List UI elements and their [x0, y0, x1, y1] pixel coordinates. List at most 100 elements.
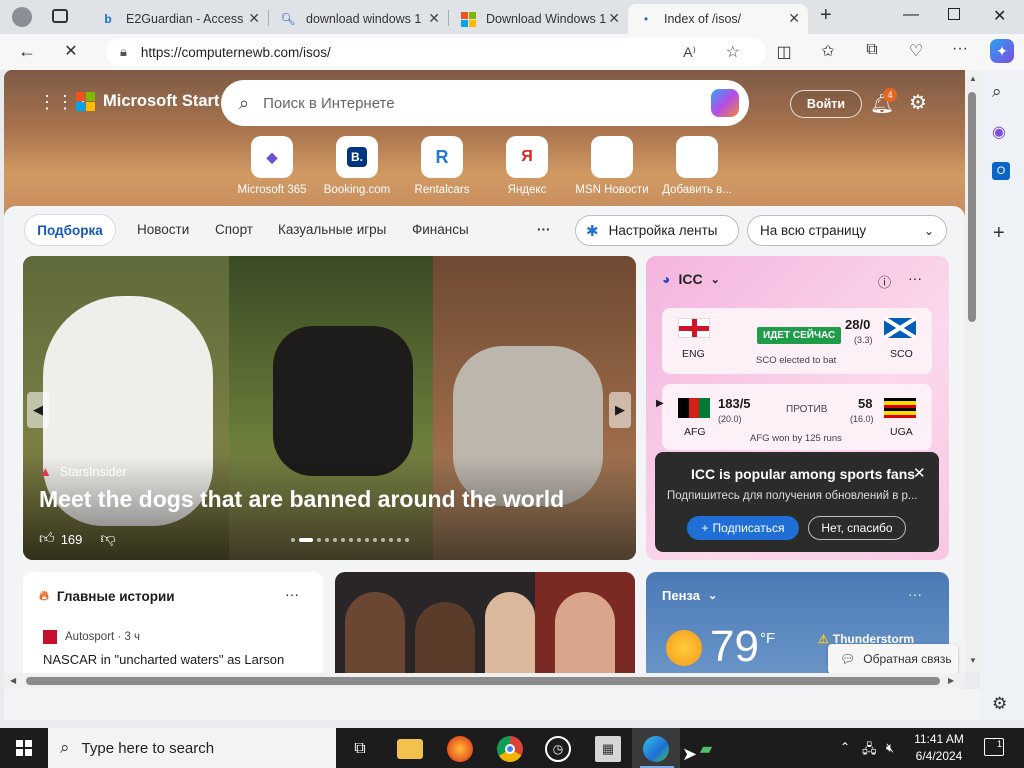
clock-time: 11:41 AM — [914, 732, 964, 746]
nav-tab-sport[interactable]: Спорт — [215, 222, 253, 237]
restore-icon[interactable] — [948, 8, 960, 20]
minimize-icon[interactable]: — — [903, 6, 919, 24]
nav-tab-finance[interactable]: Финансы — [412, 222, 469, 237]
thumbs-up-icon[interactable]: 👍︎ — [39, 530, 55, 548]
new-tab-icon[interactable]: + — [820, 4, 832, 27]
windows-start-icon[interactable] — [16, 740, 32, 756]
favorite-star-icon[interactable]: ☆ — [726, 42, 740, 62]
stop-loading-icon[interactable]: ✕ — [60, 41, 82, 61]
story-headline[interactable]: Meet the dogs that are banned around the… — [39, 486, 564, 513]
favorites-icon[interactable]: ✩ — [817, 41, 839, 61]
signin-button[interactable]: Войти — [790, 90, 862, 118]
tab-1[interactable]: b E2Guardian - Access ✕ — [90, 4, 268, 34]
firefox-icon[interactable] — [447, 736, 473, 762]
subscribe-label: Подписаться — [712, 521, 785, 535]
tab-actions-icon[interactable] — [52, 9, 68, 23]
quicklink-microsoft365[interactable]: ◆ Microsoft 365 — [227, 136, 317, 196]
decline-button[interactable]: Нет, спасибо — [808, 516, 906, 540]
settings-gear-icon[interactable]: ⚙ — [909, 90, 927, 115]
plus-icon: + — [676, 136, 718, 178]
taskbar-search-input[interactable]: Type here to search — [82, 740, 215, 757]
sidebar-settings-icon[interactable]: ⚙ — [992, 694, 1007, 714]
url-text[interactable]: https://computernewb.com/isos/ — [141, 45, 331, 60]
thumbs-down-icon[interactable]: 👎︎ — [100, 530, 115, 548]
nav-tab-games[interactable]: Казуальные игры — [278, 222, 386, 237]
network-icon[interactable]: 🖧︎ — [862, 740, 877, 762]
story-source: Autosport · 3 ч — [43, 630, 140, 644]
calculator-icon[interactable]: ▦ — [595, 736, 621, 762]
layout-select-value: На всю страницу — [760, 223, 867, 238]
expand-arrow-icon[interactable]: ▶ — [656, 398, 664, 409]
window-close-icon[interactable]: ✕ — [993, 6, 1006, 26]
subscribe-button[interactable]: + Подписаться — [687, 516, 799, 540]
collections-icon[interactable]: ⧉ — [861, 41, 883, 59]
back-arrow-icon[interactable]: ← — [16, 41, 38, 62]
clock-app-icon[interactable]: ◷ — [545, 736, 571, 762]
file-explorer-icon[interactable] — [397, 739, 423, 759]
split-screen-icon[interactable]: ◫ — [773, 42, 795, 62]
search-box[interactable]: ⌕ Поиск в Интернете — [221, 80, 749, 126]
carousel-next-icon[interactable]: ▶ — [609, 392, 631, 428]
quicklink-rentalcars[interactable]: R Rentalcars — [397, 136, 487, 196]
outlook-icon[interactable]: O — [992, 162, 1010, 180]
match-row[interactable]: ENG ИДЕТ СЕЙЧАС 28/0 (3.3) SCO SCO elect… — [662, 308, 932, 374]
more-options-icon[interactable]: ··· — [908, 586, 922, 602]
close-icon[interactable]: ✕ — [608, 10, 620, 27]
task-view-icon[interactable]: ⧉ — [347, 736, 373, 762]
copilot-icon[interactable]: ◉ — [992, 122, 1006, 142]
address-bar[interactable]: 🔒︎ https://computernewb.com/isos/ A⁾ ☆ — [106, 38, 766, 66]
close-icon[interactable]: ✕ — [248, 10, 260, 27]
notification-center-icon[interactable]: 1 — [984, 738, 1004, 756]
more-options-icon[interactable]: ··· — [908, 270, 922, 286]
taskbar-search[interactable]: ⌕ Type here to search — [48, 728, 336, 768]
carousel-dots[interactable] — [291, 538, 409, 542]
story-headline[interactable]: NASCAR in "uncharted waters" as Larson — [43, 652, 313, 667]
feed-settings-button[interactable]: ✱ Настройка ленты — [575, 215, 739, 246]
hero-story-card[interactable]: ◀ ▶ ▲ StarsInsider Meet the dogs that ar… — [23, 256, 636, 560]
volume-muted-icon[interactable]: 🔇︎ — [886, 740, 894, 756]
more-menu-icon[interactable]: ··· — [949, 40, 971, 58]
quicklink-booking[interactable]: B. Booking.com — [312, 136, 402, 196]
close-icon[interactable]: ✕ — [788, 10, 800, 27]
quicklink-add[interactable]: + Добавить в... — [652, 136, 742, 196]
quicklink-yandex[interactable]: Я Яндекс — [482, 136, 572, 196]
scroll-thumb[interactable] — [968, 92, 976, 322]
feedback-button[interactable]: 💬︎ Обратная связь — [828, 644, 958, 674]
nav-more-icon[interactable]: ··· — [537, 222, 551, 237]
close-icon[interactable]: ✕ — [913, 464, 926, 482]
info-icon[interactable]: ⓘ — [878, 272, 891, 291]
weather-location[interactable]: Пенза ⌄ — [662, 588, 717, 603]
nav-tab-active[interactable]: Подборка — [24, 214, 116, 246]
add-icon[interactable]: + — [993, 222, 1005, 245]
site-info-icon[interactable]: 🔒︎ — [120, 44, 127, 60]
browser-essentials-icon[interactable]: ♡ — [905, 41, 927, 61]
horizontal-scrollbar[interactable]: ◀ ▶ — [4, 673, 965, 689]
search-input[interactable]: Поиск в Интернете — [263, 95, 395, 112]
copilot-icon[interactable]: ✦ — [990, 39, 1014, 63]
scroll-thumb[interactable] — [26, 677, 940, 685]
nav-tab-news[interactable]: Новости — [137, 222, 189, 237]
tab-title: E2Guardian - Access — [126, 12, 244, 26]
carousel-prev-icon[interactable]: ◀ — [27, 392, 49, 428]
rentalcars-icon: R — [421, 136, 463, 178]
read-aloud-icon[interactable]: A⁾ — [683, 44, 696, 61]
tab-3[interactable]: Download Windows 1 ✕ — [450, 4, 628, 34]
copilot-icon[interactable] — [711, 89, 739, 117]
tab-4-active[interactable]: • Index of /isos/ ✕ — [628, 4, 808, 34]
icc-header[interactable]: ◕ ICC ⌄ — [662, 271, 720, 287]
quicklink-msn-news[interactable]: ▤ MSN Новости — [567, 136, 657, 196]
more-options-icon[interactable]: ··· — [285, 586, 299, 602]
clock[interactable]: 11:41 AM 6/4/2024 — [912, 732, 966, 763]
close-icon[interactable]: ✕ — [428, 10, 440, 27]
layout-select[interactable]: На всю страницу ⌄ — [747, 215, 947, 246]
brand-logo[interactable]: Microsoft Start — [76, 92, 219, 111]
profile-avatar-icon[interactable] — [12, 7, 32, 27]
flame-icon: 🔥︎ — [39, 588, 49, 603]
match-row[interactable]: ▶ AFG 183/5 (20.0) ПРОТИВ 58 (16.0) UGA … — [656, 384, 932, 450]
edge-icon[interactable] — [643, 736, 669, 762]
vertical-scrollbar[interactable]: ▲ ▼ — [965, 70, 980, 672]
search-icon[interactable]: ⌕ — [992, 82, 1002, 102]
chevron-up-icon[interactable]: ⌃ — [840, 740, 850, 754]
tab-2[interactable]: 🔍︎ download windows 1 ✕ — [270, 4, 448, 34]
chrome-icon[interactable] — [497, 736, 523, 762]
